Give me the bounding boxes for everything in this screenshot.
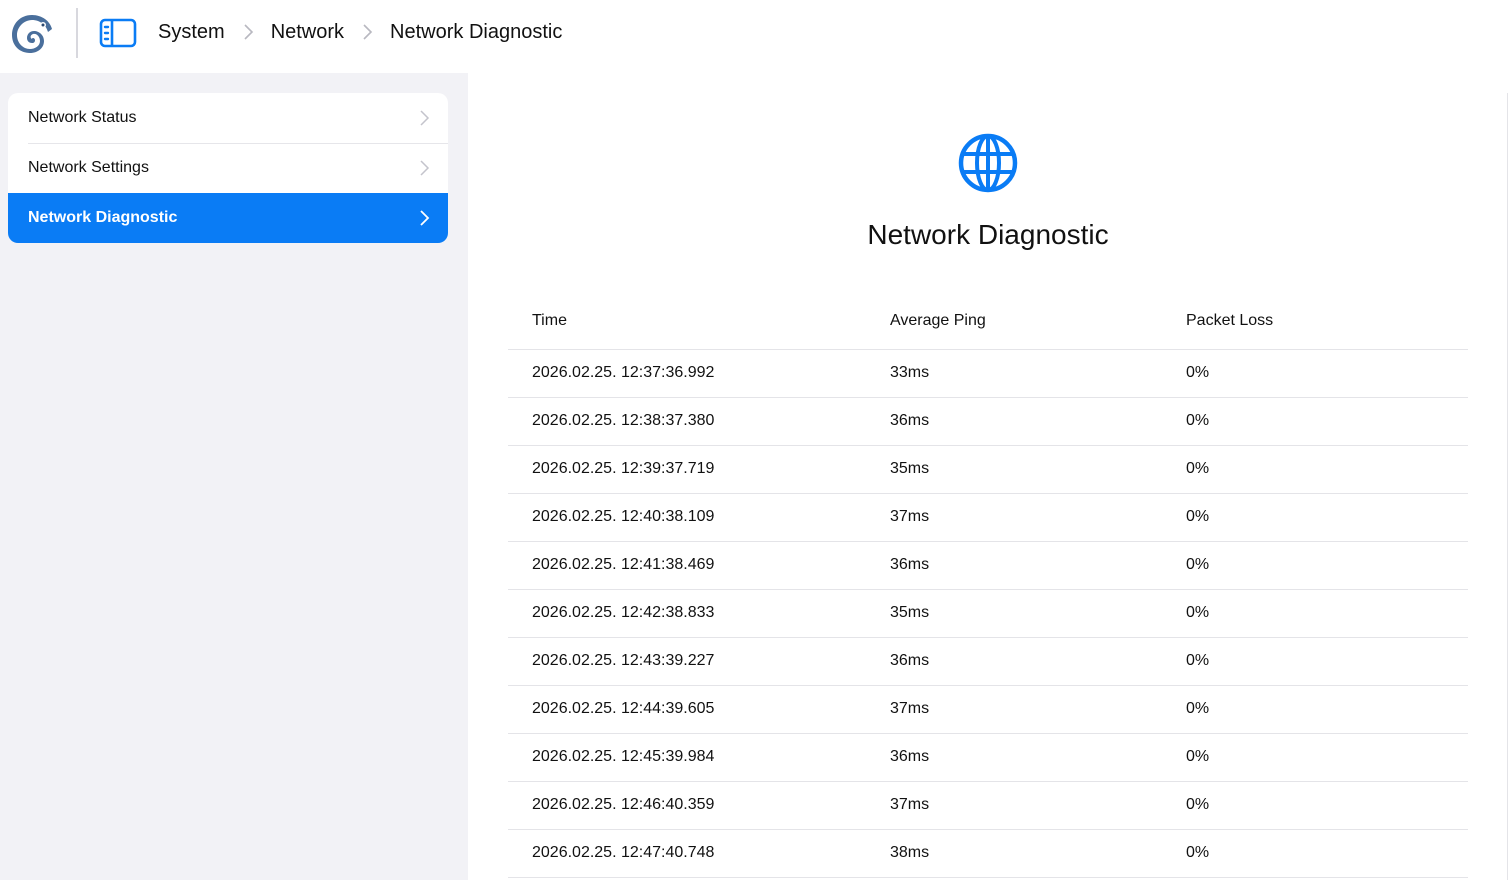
sidebar-item-label: Network Diagnostic [28,209,178,226]
cell-average-ping: 37ms [890,781,1186,830]
chevron-right-icon [420,210,430,226]
column-header-packet-loss: Packet Loss [1186,293,1468,350]
cell-average-ping: 33ms [890,349,1186,398]
cell-average-ping: 36ms [890,397,1186,446]
table-row: 2026.02.25. 12:41:38.469 36ms 0% [508,541,1468,590]
breadcrumb-network-diagnostic: Network Diagnostic [390,20,563,43]
network-menu: Network Status Network Settings Network … [8,93,448,243]
chevron-right-icon [420,160,430,176]
table-row: 2026.02.25. 12:47:40.748 38ms 0% [508,829,1468,878]
cell-average-ping: 35ms [890,589,1186,638]
page-title: Network Diagnostic [867,219,1109,250]
column-header-time: Time [508,293,890,350]
diagnostic-table: Time Average Ping Packet Loss 2026.02.25… [508,293,1468,878]
cell-time: 2026.02.25. 12:38:37.380 [508,397,890,446]
chevron-right-icon [420,110,430,126]
table-row: 2026.02.25. 12:46:40.359 37ms 0% [508,781,1468,830]
sidebar-item-label: Network Status [28,109,137,126]
sidebar-item-network-diagnostic[interactable]: Network Diagnostic [8,193,448,243]
main-content: Network Diagnostic Time Average Ping Pac… [468,73,1508,880]
chevron-right-icon [363,24,373,40]
cell-average-ping: 35ms [890,445,1186,494]
sidebar-item-label: Network Settings [28,159,149,176]
cell-average-ping: 38ms [890,829,1186,878]
cell-packet-loss: 0% [1186,493,1468,542]
cell-average-ping: 37ms [890,685,1186,734]
globe-icon [958,133,1018,193]
top-bar: System Network Network Diagnostic [0,0,1508,73]
cell-packet-loss: 0% [1186,445,1468,494]
cell-packet-loss: 0% [1186,733,1468,782]
cell-time: 2026.02.25. 12:41:38.469 [508,541,890,590]
sidebar: Network Status Network Settings Network … [0,73,468,880]
breadcrumb: System Network Network Diagnostic [158,0,562,64]
cell-packet-loss: 0% [1186,589,1468,638]
cell-time: 2026.02.25. 12:46:40.359 [508,781,890,830]
cell-average-ping: 36ms [890,733,1186,782]
cell-packet-loss: 0% [1186,541,1468,590]
cell-time: 2026.02.25. 12:42:38.833 [508,589,890,638]
cell-time: 2026.02.25. 12:37:36.992 [508,349,890,398]
sidebar-item-network-status[interactable]: Network Status [8,93,448,143]
table-row: 2026.02.25. 12:37:36.992 33ms 0% [508,349,1468,398]
cell-time: 2026.02.25. 12:40:38.109 [508,493,890,542]
chevron-right-icon [244,24,253,40]
sidebar-item-network-settings[interactable]: Network Settings [8,143,448,193]
cell-packet-loss: 0% [1186,397,1468,446]
cell-time: 2026.02.25. 12:43:39.227 [508,637,890,686]
cell-packet-loss: 0% [1186,637,1468,686]
chameleon-logo-icon[interactable] [10,13,54,55]
cell-average-ping: 36ms [890,541,1186,590]
cell-average-ping: 36ms [890,637,1186,686]
breadcrumb-system[interactable]: System [158,21,225,44]
table-body: 2026.02.25. 12:37:36.992 33ms 0% 2026.02.25… [508,349,1468,878]
cell-time: 2026.02.25. 12:44:39.605 [508,685,890,734]
cell-time: 2026.02.25. 12:39:37.719 [508,445,890,494]
header-divider [76,8,78,58]
table-row: 2026.02.25. 12:43:39.227 36ms 0% [508,637,1468,686]
cell-time: 2026.02.25. 12:45:39.984 [508,733,890,782]
breadcrumb-network[interactable]: Network [271,21,344,44]
cell-packet-loss: 0% [1186,829,1468,878]
table-row: 2026.02.25. 12:42:38.833 35ms 0% [508,589,1468,638]
table-row: 2026.02.25. 12:44:39.605 37ms 0% [508,685,1468,734]
table-row: 2026.02.25. 12:45:39.984 36ms 0% [508,733,1468,782]
table-header-row: Time Average Ping Packet Loss [508,293,1468,350]
cell-packet-loss: 0% [1186,781,1468,830]
table-row: 2026.02.25. 12:39:37.719 35ms 0% [508,445,1468,494]
sidebar-toggle-icon[interactable] [99,17,137,49]
table-row: 2026.02.25. 12:40:38.109 37ms 0% [508,493,1468,542]
cell-packet-loss: 0% [1186,349,1468,398]
cell-average-ping: 37ms [890,493,1186,542]
column-header-average-ping: Average Ping [890,293,1186,350]
table-row: 2026.02.25. 12:38:37.380 36ms 0% [508,397,1468,446]
cell-packet-loss: 0% [1186,685,1468,734]
cell-time: 2026.02.25. 12:47:40.748 [508,829,890,878]
